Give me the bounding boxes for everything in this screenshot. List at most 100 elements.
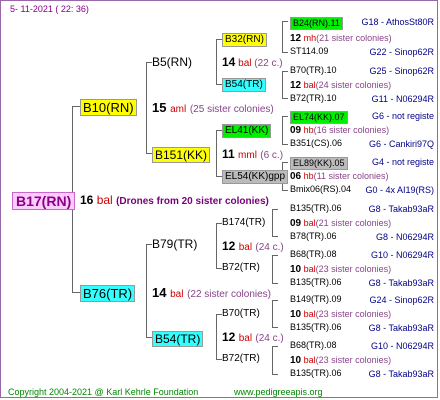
gen1-top-mating-info: 15 aml (25 sister colonies): [152, 101, 274, 115]
gen4-breeder-code: G8 - Takab93aR: [368, 278, 434, 288]
gen1-top-remark: (25 sister colonies): [189, 104, 274, 115]
gen4-mark: bal: [301, 264, 316, 274]
gen1-bottom-queen: B76(TR): [80, 285, 136, 302]
gen4-remark: (21 sister colonies): [316, 33, 392, 43]
connector-line: [272, 346, 273, 374]
gen3-queen-1: B32(RN): [222, 33, 267, 47]
gen2-number-2: 11: [222, 147, 235, 161]
connector-line: [146, 244, 147, 337]
gen3-queen-5: B174(TR): [222, 217, 266, 228]
gen4-mating-info: 09 hb(16 sister colonies): [290, 126, 389, 136]
gen2-queen-2: B151(KK): [152, 147, 211, 163]
connector-line: [72, 106, 80, 107]
gen4-queen: EL89(KK).05: [290, 157, 348, 170]
gen2-remark-2: (6 c.): [260, 150, 284, 161]
gen3-mating-info-1: 14 bal (22 c.): [222, 56, 283, 69]
date-stamp: 5- 11-2021 ( 22: 36): [10, 4, 89, 14]
gen4-breeder-code: G4 - not registe: [371, 157, 434, 167]
gen2-mating-info-3: 12 bal (24 c.): [222, 240, 284, 253]
gen2-mark-4: bal: [238, 333, 253, 344]
gen2-mating-info-4: 12 bal (24 c.): [222, 331, 284, 344]
gen4-breeder-code: G25 - Sinop62R: [369, 66, 434, 76]
gen4-breeder-code: G10 - N06294R: [370, 341, 434, 351]
root-queen: B17(RN): [12, 192, 76, 210]
gen3-number-1: 14: [222, 55, 236, 69]
connector-line: [282, 190, 288, 191]
gen4-queen: B24(RN).11: [290, 17, 343, 30]
root-number: 16: [80, 193, 94, 207]
gen2-mark-2: mml: [238, 150, 257, 161]
gen2-number-4: 12: [222, 330, 236, 344]
connector-line: [216, 223, 217, 268]
copyright-text: Copyright 2004-2021 @ Karl Kehrle Founda…: [8, 387, 199, 397]
connector-line: [272, 346, 278, 347]
connector-line: [272, 209, 273, 236]
connector-line: [282, 144, 288, 145]
website-url: www.pedigreeapis.org: [234, 387, 323, 397]
connector-line: [272, 327, 278, 328]
connector-line: [282, 21, 283, 52]
gen3-queen-4: EL54(KK)gpp: [222, 170, 289, 184]
gen4-mating-info: 09 bal(21 sister colonies): [290, 219, 391, 229]
gen3-queen-2: B54(TR): [222, 78, 266, 92]
gen3-queen-7: B70(TR): [222, 308, 260, 319]
connector-line: [272, 255, 273, 283]
gen4-queen: B72(TR).10: [290, 93, 337, 103]
gen4-remark: (21 sister colonies): [315, 218, 392, 228]
gen4-queen: B135(TR).06: [290, 368, 342, 378]
pedigree-chart: 5- 11-2021 ( 22: 36) B17(RN) 16 bal (Dro…: [0, 0, 440, 400]
connector-line: [272, 300, 278, 301]
gen4-number: 10: [290, 309, 302, 320]
gen1-top-number: 15: [152, 100, 167, 115]
root-mating-info: 16 bal (Drones from 20 sister colonies): [80, 194, 269, 207]
gen4-queen: B135(TR).06: [290, 277, 342, 287]
gen4-queen: Bmix06(RS).04: [290, 184, 352, 194]
connector-line: [282, 71, 283, 98]
gen4-breeder-code: G10 - N06294R: [370, 250, 434, 260]
connector-line: [282, 21, 288, 22]
gen4-number: 09: [290, 218, 302, 229]
connector-line: [282, 116, 283, 144]
gen4-mating-info: 06 hb(11 sister colonies): [290, 172, 389, 182]
gen2-queen-1: B5(RN): [152, 55, 193, 69]
connector-line: [282, 52, 288, 53]
gen3-queen-3: EL41(KK): [222, 124, 272, 138]
connector-line: [146, 62, 147, 153]
gen4-breeder-code: G8 - Takab93aR: [368, 323, 434, 333]
gen4-queen: B68(TR).08: [290, 249, 337, 259]
gen2-number-3: 12: [222, 239, 236, 253]
gen4-queen: B351(CS).06: [290, 138, 343, 148]
gen1-bottom-mark: bal: [170, 289, 184, 300]
gen4-breeder-code: G18 - AthosSt80R: [361, 17, 434, 27]
connector-line: [272, 209, 278, 210]
connector-line: [72, 292, 80, 293]
gen4-mating-info: 10 bal(23 sister colonies): [290, 265, 391, 275]
gen4-queen: EL74(KK).07: [290, 111, 348, 124]
gen1-top-queen: B10(RN): [80, 99, 137, 116]
gen4-breeder-code: G6 - Cankiri97Q: [368, 139, 434, 149]
connector-line: [216, 130, 217, 176]
gen4-breeder-code: G8 - Takab93aR: [368, 369, 434, 379]
gen4-number: 10: [290, 355, 302, 366]
gen2-queen-3: B79(TR): [152, 237, 198, 251]
connector-line: [282, 162, 288, 163]
gen4-mark: hb: [301, 171, 314, 181]
gen4-breeder-code: G6 - not registe: [371, 111, 434, 121]
connector-line: [272, 374, 278, 375]
gen4-mark: bal: [301, 355, 316, 365]
gen4-number: 09: [290, 125, 302, 136]
gen1-bottom-number: 14: [152, 285, 167, 300]
gen1-bottom-mating-info: 14 bal (22 sister colonies): [152, 286, 271, 300]
connector-line: [272, 255, 278, 256]
gen4-number: 12: [290, 33, 302, 44]
gen4-queen: B78(TR).06: [290, 231, 337, 241]
root-remark: (Drones from 20 sister colonies): [116, 196, 269, 207]
gen4-breeder-code: G11 - N06294R: [371, 94, 434, 104]
gen4-mark: mh: [301, 33, 317, 43]
gen4-breeder-code: G0 - 4x AI19(RS): [365, 185, 434, 195]
gen1-bottom-remark: (22 sister colonies): [187, 289, 271, 300]
gen4-number: 10: [290, 264, 302, 275]
gen2-remark-4: (24 c.): [255, 333, 284, 344]
connector-line: [282, 116, 288, 117]
gen4-queen: B135(TR).06: [290, 203, 342, 213]
